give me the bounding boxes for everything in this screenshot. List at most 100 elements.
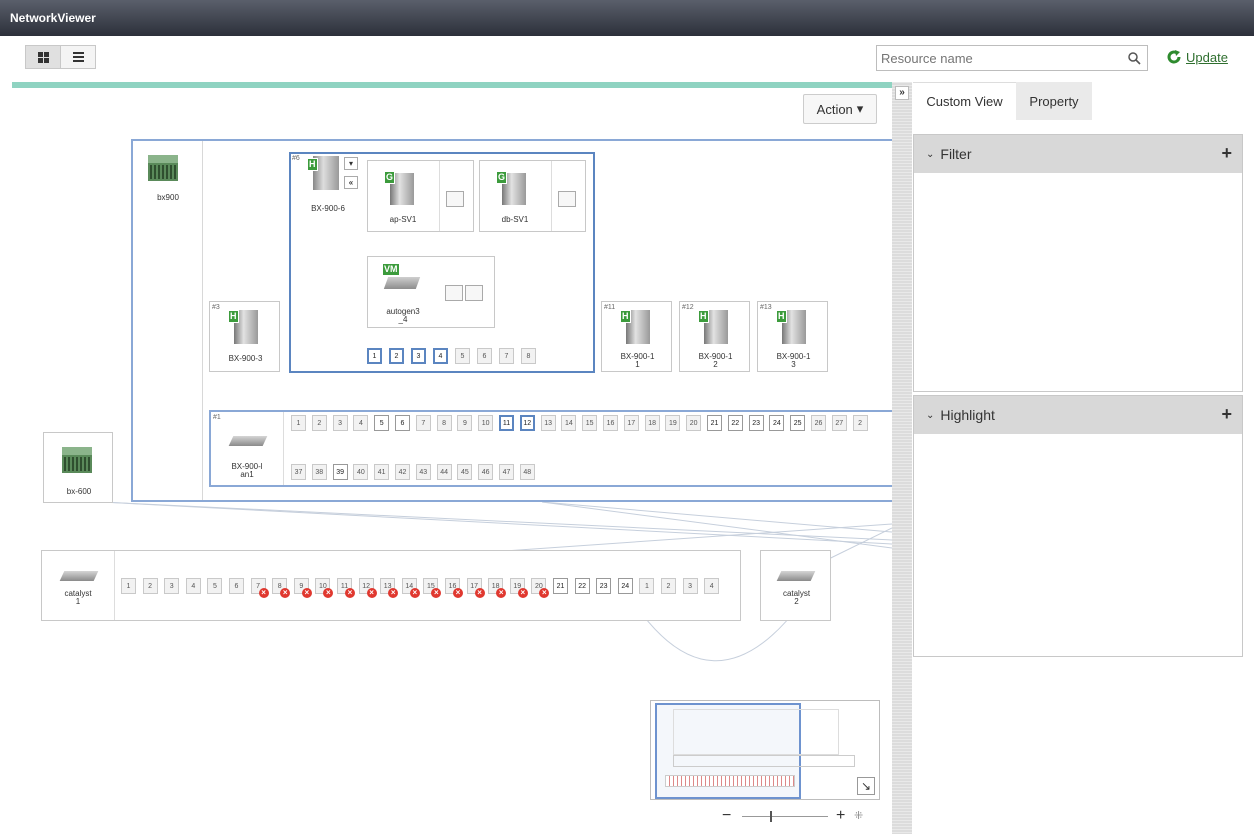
port[interactable]: 12 × (358, 578, 377, 598)
port[interactable]: 6 (395, 415, 410, 431)
chassis-bx-600[interactable]: bx-600 (43, 432, 113, 503)
vnic-port[interactable] (558, 191, 576, 207)
blade-bx-900-13[interactable]: #13 H BX-900-1 3 (757, 301, 828, 372)
blade-bx-900-12[interactable]: #12 H BX-900-1 2 (679, 301, 750, 372)
port[interactable]: 4 (353, 415, 369, 431)
port[interactable]: 25 (790, 415, 806, 431)
minimap[interactable]: ↘ (650, 700, 880, 800)
collapse-blade-button[interactable]: « (344, 176, 358, 189)
port[interactable]: 19 × (509, 578, 528, 598)
port[interactable]: 17 (623, 415, 639, 431)
collapse-panel-button[interactable]: » (895, 86, 909, 100)
port[interactable]: 22 (727, 415, 743, 431)
update-button[interactable]: Update (1166, 49, 1228, 65)
port[interactable]: 8 (436, 415, 452, 431)
panel-splitter[interactable] (892, 82, 912, 834)
port[interactable]: 26 (811, 415, 826, 431)
port[interactable]: 23 (748, 415, 764, 431)
port[interactable]: 40 (353, 464, 369, 480)
vnic-port[interactable] (446, 191, 464, 207)
port[interactable]: 5 (455, 348, 470, 364)
switch-catalyst-2[interactable]: catalyst 2 (760, 550, 831, 621)
add-filter-button[interactable]: + (1221, 143, 1232, 164)
grid-view-button[interactable] (25, 45, 61, 69)
port[interactable]: 21 (553, 578, 568, 594)
port[interactable]: 39 (332, 464, 348, 480)
port[interactable]: 9 × (293, 578, 312, 598)
port[interactable]: 43 (415, 464, 431, 480)
port[interactable]: 38 (311, 464, 327, 480)
port[interactable]: 16 (603, 415, 618, 431)
port[interactable]: 17 × (466, 578, 485, 598)
port[interactable]: 15 (582, 415, 598, 431)
port[interactable]: 4 (433, 348, 448, 364)
port[interactable]: 23 (596, 578, 612, 594)
port[interactable]: 6 (229, 578, 244, 594)
port[interactable]: 9 (457, 415, 473, 431)
port[interactable]: 24 (617, 578, 633, 594)
port[interactable]: 45 (457, 464, 473, 480)
port[interactable]: 42 (395, 464, 410, 480)
add-highlight-button[interactable]: + (1221, 404, 1232, 425)
port[interactable]: 6 (477, 348, 492, 364)
port[interactable]: 7 (499, 348, 514, 364)
network-canvas[interactable]: Action ▾ bx900 #6 H BX-900-6 ▾ « G ap-SV1… (12, 82, 892, 834)
port[interactable]: 20 (686, 415, 702, 431)
port[interactable]: 1 (121, 578, 136, 594)
port[interactable]: 19 (665, 415, 681, 431)
port[interactable]: 1 (367, 348, 382, 364)
port[interactable]: 14 × (401, 578, 420, 598)
port[interactable]: 47 (499, 464, 514, 480)
port[interactable]: 37 (291, 464, 306, 480)
port[interactable]: 8 (521, 348, 536, 364)
port[interactable]: 12 (519, 415, 535, 431)
port[interactable]: 4 (185, 578, 201, 594)
port[interactable]: 13 × (380, 578, 399, 598)
zoom-slider-track[interactable] (742, 816, 828, 817)
zoom-in-button[interactable]: + (836, 807, 845, 825)
blade-bx-900-11[interactable]: #11 H BX-900-1 1 (601, 301, 672, 372)
vswitch-port[interactable] (445, 285, 463, 301)
port[interactable]: 1 (291, 415, 306, 431)
tab-property[interactable]: Property (1016, 82, 1092, 120)
list-view-button[interactable] (60, 45, 96, 69)
port[interactable]: 14 (561, 415, 577, 431)
port[interactable]: 5 (374, 415, 390, 431)
port[interactable]: 10 (478, 415, 494, 431)
port[interactable]: 13 (540, 415, 556, 431)
expand-menu-button[interactable]: ▾ (344, 157, 358, 170)
action-menu-button[interactable]: Action ▾ (803, 94, 877, 124)
zoom-slider-thumb[interactable] (770, 811, 772, 822)
port[interactable]: 2 (389, 348, 404, 364)
port[interactable]: 3 (332, 415, 348, 431)
port[interactable]: 18 × (488, 578, 507, 598)
port[interactable]: 3 (164, 578, 180, 594)
port[interactable]: 27 (831, 415, 847, 431)
port[interactable]: 2 (142, 578, 158, 594)
port[interactable]: 41 (374, 464, 390, 480)
search-input[interactable] (877, 46, 1117, 70)
vswitch-autogen3-4[interactable]: VM autogen3 _4 (367, 256, 495, 328)
port[interactable]: 15 × (423, 578, 442, 598)
minimap-resize-icon[interactable]: ↘ (857, 777, 875, 795)
port[interactable]: 16 × (445, 578, 463, 598)
vm-db-sv1[interactable]: G db-SV1 (479, 160, 586, 232)
port[interactable]: 24 (769, 415, 785, 431)
port[interactable]: 10 × (315, 578, 334, 598)
port[interactable]: 20 × (531, 578, 550, 598)
search-icon[interactable] (1127, 51, 1141, 65)
port[interactable]: 2 (311, 415, 327, 431)
port[interactable]: 48 (519, 464, 535, 480)
tab-custom-view[interactable]: Custom View (913, 82, 1016, 120)
port[interactable]: 8 × (272, 578, 291, 598)
port[interactable]: 2 (852, 415, 868, 431)
port[interactable]: 5 (207, 578, 223, 594)
fit-view-icon[interactable]: ⁜ (854, 809, 863, 822)
blade-bx-900-3[interactable]: #3 H BX-900-3 (209, 301, 280, 372)
port[interactable]: 22 (574, 578, 590, 594)
port[interactable]: 18 (644, 415, 660, 431)
port[interactable]: 7 (415, 415, 431, 431)
zoom-out-button[interactable]: − (722, 807, 731, 825)
port[interactable]: 2 (661, 578, 676, 594)
port[interactable]: 3 (682, 578, 698, 594)
